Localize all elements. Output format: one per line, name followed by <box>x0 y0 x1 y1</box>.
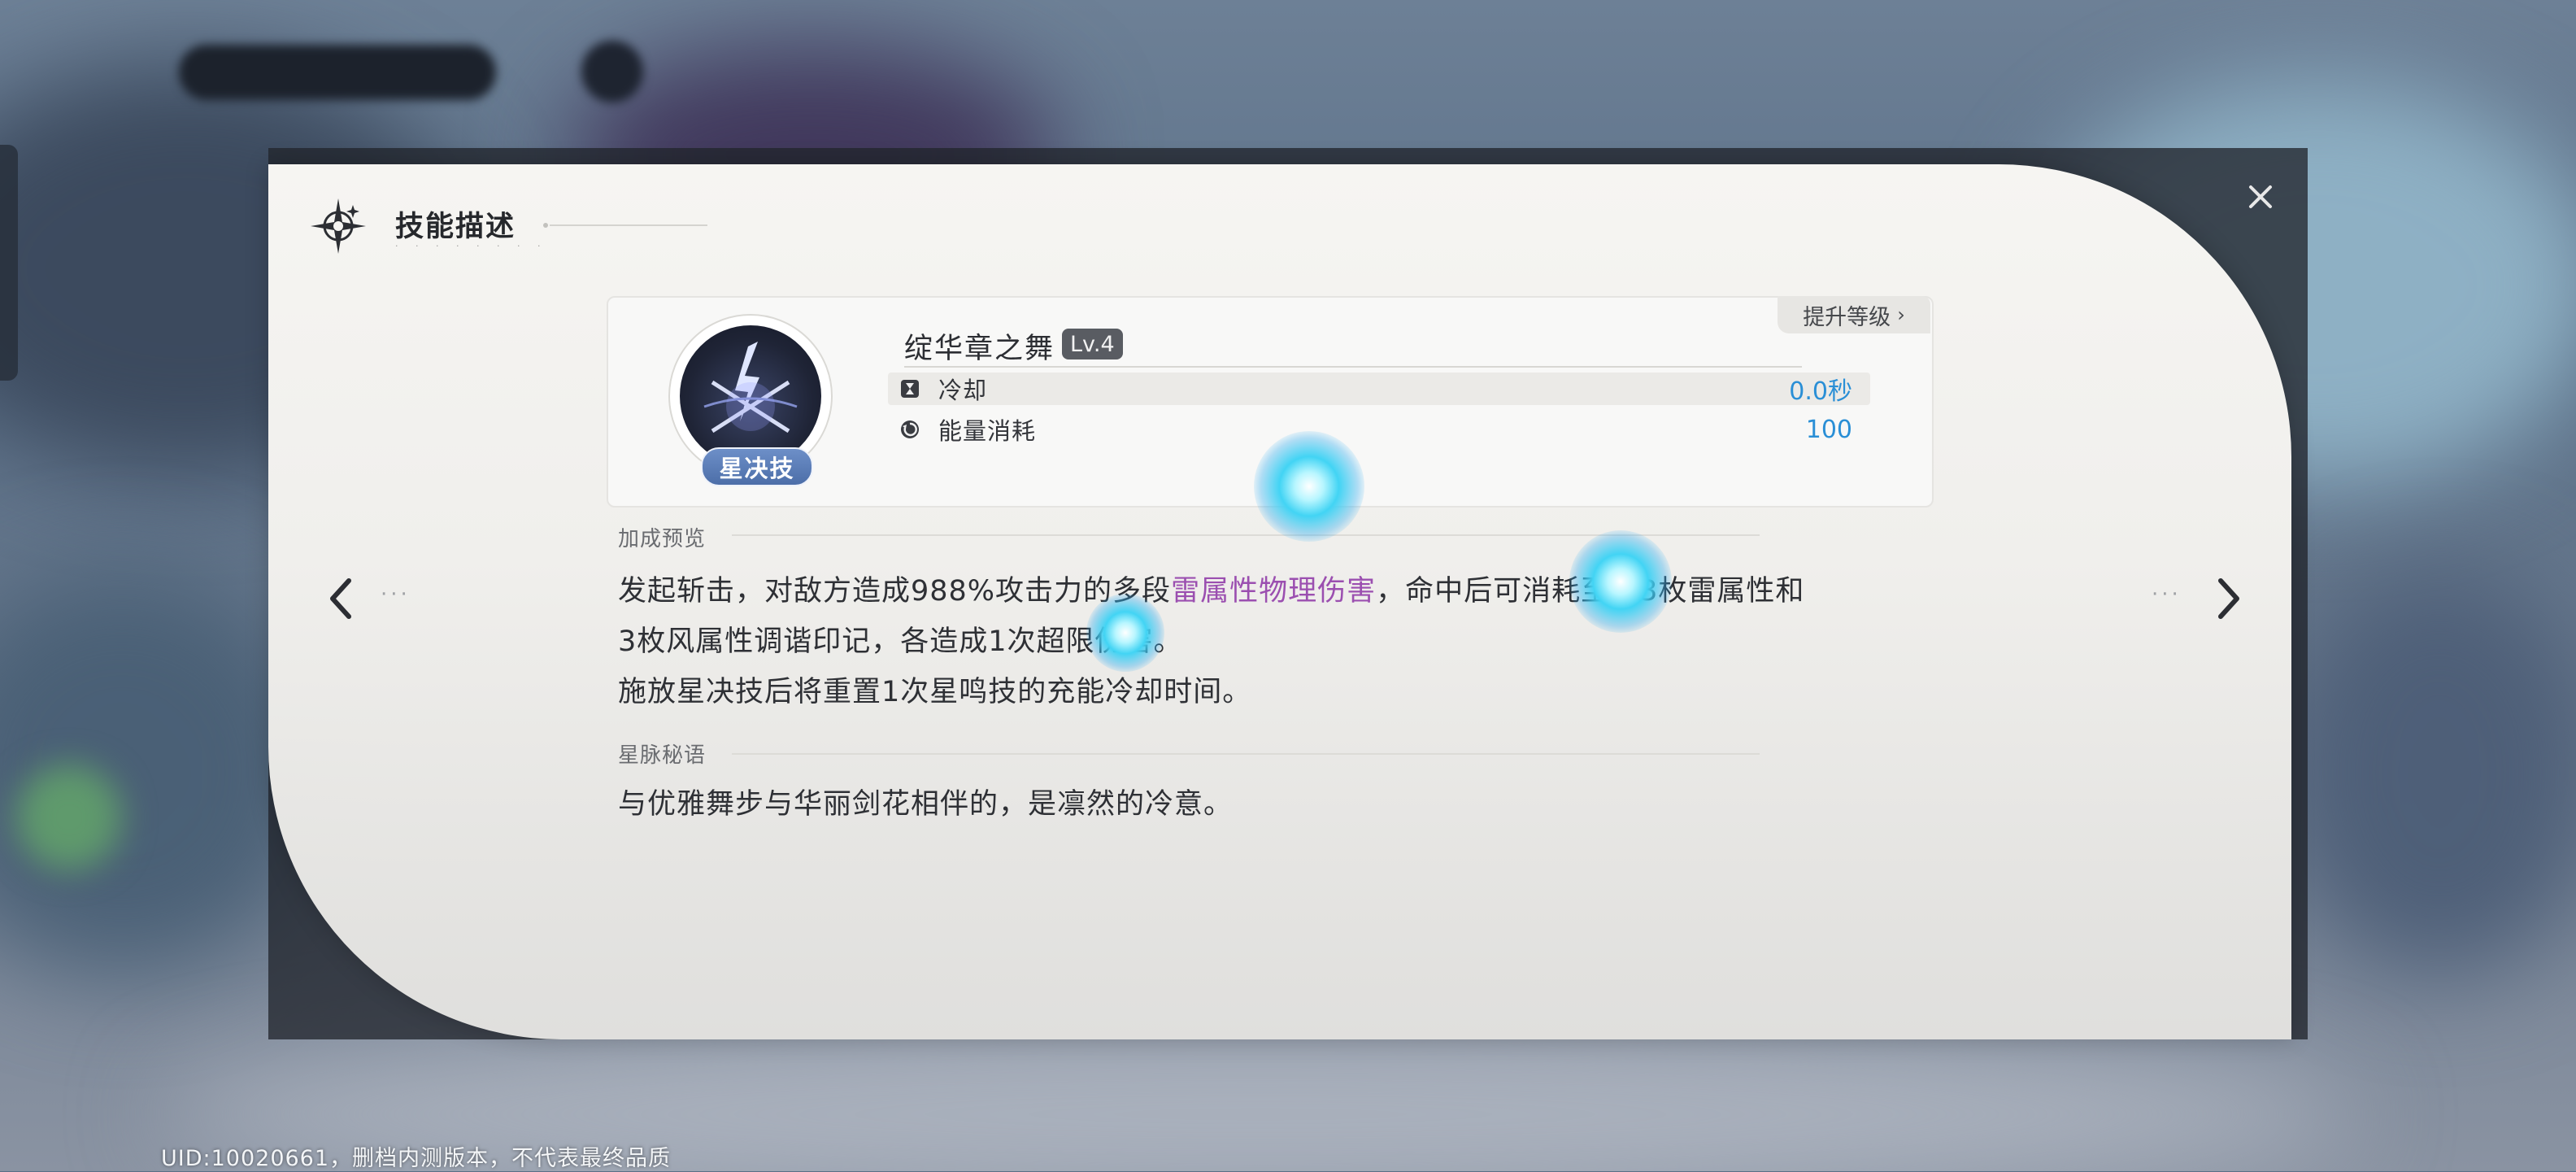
description-line: 3枚风属性调谐印记，各造成1次超限伤害。 <box>618 625 1183 658</box>
description-line: 发起斩击，对敌方造成988%攻击力的多段雷属性物理伤害，命中后可消耗至多3枚雷属… <box>618 575 1804 608</box>
highlight-thunder-damage: 雷属性物理伤害 <box>1171 575 1377 608</box>
stat-row-energy-cost: 能量消耗 100 <box>888 413 1870 446</box>
close-button[interactable] <box>2241 177 2280 216</box>
skill-type-tag: 星决技 <box>701 447 813 486</box>
hourglass-icon <box>898 377 922 401</box>
stat-value: 100 <box>1805 415 1852 444</box>
upgrade-level-label: 提升等级 <box>1803 304 1891 330</box>
background-top-bar <box>179 45 496 100</box>
chevron-left-icon <box>330 578 351 619</box>
stat-label: 能量消耗 <box>938 417 1037 445</box>
nav-dots-right: ··· <box>2152 582 2182 607</box>
background-top-dot <box>581 41 643 102</box>
upgrade-level-button[interactable]: 提升等级 › <box>1778 296 1930 333</box>
glowing-orb <box>1086 594 1164 672</box>
glowing-orb <box>1254 431 1364 542</box>
uid-watermark: UID:10020661，删档内测版本，不代表最终品质 <box>161 1146 672 1171</box>
panel-title-decoration: · · · · · · · · <box>395 241 548 251</box>
star-vein-text: 与优雅舞步与华丽剑花相伴的，是凛然的冷意。 <box>618 788 1234 821</box>
previous-skill-button[interactable] <box>315 566 364 631</box>
skill-level-badge: Lv.4 <box>1062 329 1123 359</box>
skill-description: 发起斩击，对敌方造成988%攻击力的多段雷属性物理伤害，命中后可消耗至多3枚雷属… <box>618 566 1870 717</box>
lightning-crossed-swords-icon <box>703 342 798 434</box>
close-icon <box>2249 185 2272 208</box>
section-divider <box>732 753 1760 755</box>
chevron-right-icon: › <box>1897 303 1905 326</box>
section-title-bonus-preview: 加成预览 <box>618 527 707 551</box>
skill-icon <box>680 325 821 467</box>
stat-value: 0.0秒 <box>1789 377 1852 406</box>
panel-title: 技能描述 <box>395 211 516 243</box>
description-line: 施放星决技后将重置1次星鸣技的充能冷却时间。 <box>618 676 1252 708</box>
section-title-star-vein: 星脉秘语 <box>618 743 707 768</box>
skill-name-underline <box>904 366 1802 368</box>
stat-label: 冷却 <box>938 377 988 404</box>
stat-row-cooldown: 冷却 0.0秒 <box>888 373 1870 406</box>
nav-dots-left: ··· <box>381 582 411 607</box>
energy-cycle-icon <box>898 417 922 442</box>
skill-name: 绽华章之舞 <box>904 333 1055 365</box>
next-skill-button[interactable] <box>2205 566 2254 631</box>
background-side-tab <box>0 145 18 381</box>
four-point-star-compass-icon <box>311 198 366 254</box>
glowing-orb <box>1569 530 1672 633</box>
header-divider <box>543 223 707 228</box>
chevron-right-icon <box>2218 578 2239 619</box>
